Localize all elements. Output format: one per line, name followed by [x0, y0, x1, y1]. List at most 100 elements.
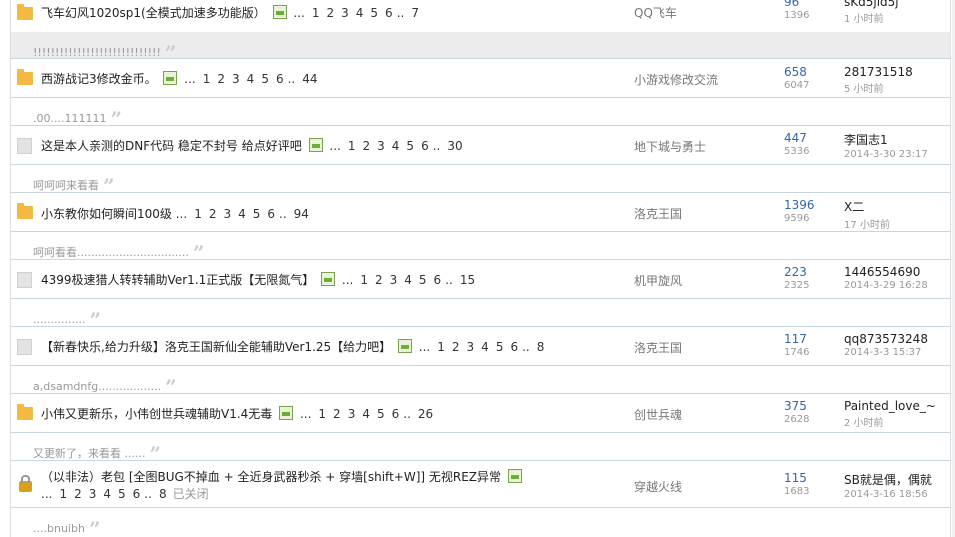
last-post-time[interactable]: 2014-3-3 15:37: [844, 347, 928, 358]
forum-link[interactable]: 创世兵魂: [634, 406, 682, 423]
last-poster[interactable]: X二: [844, 198, 890, 215]
last-poster[interactable]: qq873573248: [844, 332, 928, 346]
page-link[interactable]: 8: [537, 340, 545, 354]
reply-count[interactable]: 1396: [784, 198, 815, 212]
page-link[interactable]: 3: [232, 72, 240, 86]
page-link[interactable]: 5: [419, 273, 427, 287]
last-post-time[interactable]: 1 小时前: [844, 10, 899, 25]
page-link[interactable]: 6: [385, 6, 393, 20]
thread-title[interactable]: 西游战记3修改金币。: [41, 72, 157, 86]
page-link[interactable]: 3: [348, 407, 356, 421]
page-link[interactable]: 5: [118, 487, 126, 501]
forum-link[interactable]: 洛克王国: [634, 339, 682, 356]
page-link[interactable]: 5: [370, 6, 378, 20]
forum-link[interactable]: 小游戏修改交流: [634, 71, 718, 88]
thread-title[interactable]: 小伟又更新乐，小伟创世兵魂辅助V1.4无毒: [41, 407, 272, 421]
reply-count[interactable]: 223: [784, 265, 809, 279]
page-link[interactable]: 2: [209, 207, 217, 221]
reply-count[interactable]: 117: [784, 332, 809, 346]
page-link[interactable]: 8: [159, 487, 167, 501]
page-link[interactable]: 1: [437, 340, 445, 354]
page-link[interactable]: 6: [133, 487, 141, 501]
thread-title[interactable]: （以非法）老包 [全图BUG不掉血 + 全近身武器秒杀 + 穿墙[shift+W…: [41, 470, 501, 484]
last-post-time[interactable]: 2014-3-30 23:17: [844, 149, 928, 160]
page-link[interactable]: 5: [496, 340, 504, 354]
page-link[interactable]: 1: [203, 72, 211, 86]
page-link[interactable]: 15: [460, 273, 475, 287]
pagination: ... 1 2 3 4 5 6.. 30: [329, 139, 463, 153]
page-link[interactable]: 2: [452, 340, 460, 354]
page-link[interactable]: 6: [434, 273, 442, 287]
last-poster[interactable]: sKd5jid5j: [844, 0, 899, 9]
page-link[interactable]: 4: [103, 487, 111, 501]
page-link[interactable]: 2: [74, 487, 82, 501]
last-poster[interactable]: 281731518: [844, 65, 913, 79]
page-link[interactable]: 1: [348, 139, 356, 153]
page-link[interactable]: 1: [360, 273, 368, 287]
page-link[interactable]: 5: [253, 207, 261, 221]
page-link[interactable]: 3: [377, 139, 385, 153]
page-link[interactable]: 2: [363, 139, 371, 153]
reply-count[interactable]: 447: [784, 131, 809, 145]
page-link[interactable]: 6: [392, 407, 400, 421]
last-post-time[interactable]: 5 小时前: [844, 80, 913, 95]
page-link[interactable]: 4: [404, 273, 412, 287]
last-post-time[interactable]: 2014-3-29 16:28: [844, 280, 928, 291]
page-link[interactable]: 3: [341, 6, 349, 20]
view-count: 2628: [784, 414, 810, 425]
thread-title[interactable]: 飞车幻风1020sp1(全模式加速多功能版）: [41, 6, 266, 20]
page-link[interactable]: 2: [217, 72, 225, 86]
page-link[interactable]: 6: [276, 72, 284, 86]
page-link[interactable]: 44: [302, 72, 317, 86]
page-link[interactable]: 5: [377, 407, 385, 421]
reply-count[interactable]: 115: [784, 471, 809, 485]
page-link[interactable]: 3: [467, 340, 475, 354]
page-link[interactable]: 5: [406, 139, 414, 153]
thread-title[interactable]: 4399极速猎人转转辅助Ver1.1正式版【无限氮气】: [41, 273, 314, 287]
last-post-time[interactable]: 2 小时前: [844, 414, 936, 429]
thread-row: 小伟又更新乐，小伟创世兵魂辅助V1.4无毒 ... 1 2 3 4 5 6.. 26 创世兵魂…: [11, 394, 950, 433]
last-poster[interactable]: SB就是偶，偶就: [844, 471, 932, 488]
page-link[interactable]: 4: [247, 72, 255, 86]
page-link[interactable]: 4: [481, 340, 489, 354]
reply-count[interactable]: 658: [784, 65, 809, 79]
page-link[interactable]: 1: [59, 487, 67, 501]
page-link[interactable]: 1: [194, 207, 202, 221]
page-link[interactable]: 4: [362, 407, 370, 421]
last-poster[interactable]: 1446554690: [844, 265, 928, 279]
page-link[interactable]: 6: [421, 139, 429, 153]
page-link[interactable]: 2: [326, 6, 334, 20]
page-link[interactable]: 6: [510, 340, 518, 354]
page-link[interactable]: 30: [447, 139, 462, 153]
page-link[interactable]: 2: [375, 273, 383, 287]
page-link[interactable]: 4: [356, 6, 364, 20]
thread-title[interactable]: 小东教你如何瞬间100级: [41, 207, 172, 221]
forum-link[interactable]: 洛克王国: [634, 205, 682, 222]
page-link[interactable]: 5: [261, 72, 269, 86]
thread-title[interactable]: 这是本人亲测的DNF代码 稳定不封号 给点好评吧: [41, 139, 302, 153]
page-link[interactable]: 26: [418, 407, 433, 421]
forum-link[interactable]: 机甲旋风: [634, 272, 682, 289]
page-link[interactable]: 7: [411, 6, 419, 20]
page-link[interactable]: 6: [267, 207, 275, 221]
reply-count[interactable]: 96: [784, 0, 809, 9]
page-link[interactable]: 1: [318, 407, 326, 421]
page-link[interactable]: 2: [333, 407, 341, 421]
forum-link[interactable]: QQ飞车: [634, 4, 677, 21]
page-link[interactable]: 3: [89, 487, 97, 501]
thread-title[interactable]: 【新春快乐,给力升级】洛克王国新仙全能辅助Ver1.25【给力吧】: [41, 340, 391, 354]
reply-count[interactable]: 375: [784, 399, 809, 413]
page-link[interactable]: 3: [223, 207, 231, 221]
excerpt-text: 呵呵看看................................: [33, 246, 189, 259]
last-poster[interactable]: Painted_love_~: [844, 399, 936, 413]
last-post-time[interactable]: 2014-3-16 18:56: [844, 489, 932, 500]
page-link[interactable]: 1: [312, 6, 320, 20]
page-link[interactable]: 4: [392, 139, 400, 153]
page-link[interactable]: 4: [238, 207, 246, 221]
forum-link[interactable]: 穿越火线: [634, 478, 682, 495]
forum-link[interactable]: 地下城与勇士: [634, 138, 706, 155]
last-post-time[interactable]: 17 小时前: [844, 216, 890, 231]
last-poster[interactable]: 李国志1: [844, 131, 928, 148]
page-link[interactable]: 3: [390, 273, 398, 287]
page-link[interactable]: 94: [294, 207, 309, 221]
